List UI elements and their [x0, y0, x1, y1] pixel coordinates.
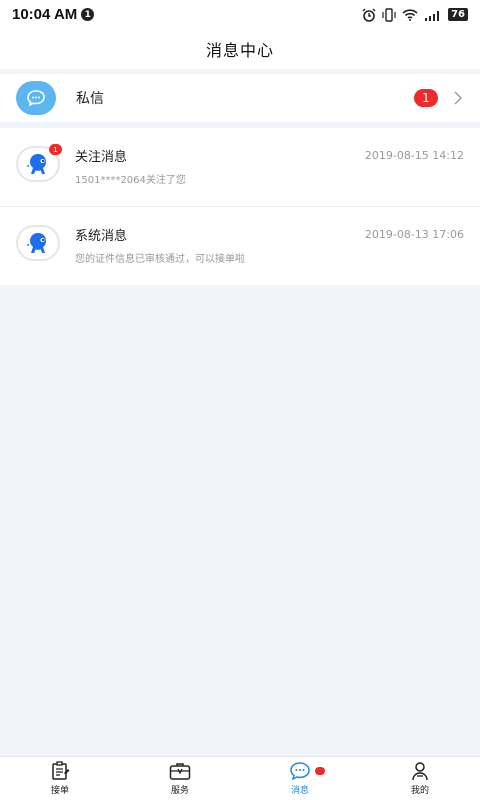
vibrate-icon — [382, 7, 396, 22]
message-time: 2019-08-15 14:12 — [364, 149, 464, 162]
signal-icon — [425, 10, 440, 21]
tab-label: 我的 — [410, 786, 429, 796]
unread-dot — [315, 767, 325, 775]
tab-orders[interactable]: 接单 — [0, 757, 120, 800]
avatar — [16, 225, 60, 261]
clipboard-icon — [52, 761, 70, 780]
notification-count-badge: 1 — [81, 8, 95, 21]
status-bar: 10:04 AM 1 76 — [0, 0, 480, 29]
message-body: 系统消息 2019-08-13 17:06 您的证件信息已审核通过，可以接单啦 — [75, 225, 464, 265]
mascot-icon — [26, 154, 46, 174]
page-title: 消息中心 — [205, 41, 274, 60]
list-item-system[interactable]: 系统消息 2019-08-13 17:06 您的证件信息已审核通过，可以接单啦 — [0, 206, 480, 285]
list-item-follow[interactable]: 1 关注消息 2019-08-15 14:12 1501****2064关注了您 — [0, 128, 480, 206]
chat-icon — [290, 762, 310, 781]
message-header: 关注消息 2019-08-15 14:12 — [75, 146, 464, 165]
tab-label: 接单 — [50, 786, 69, 796]
page-header: 消息中心 — [0, 29, 480, 69]
private-message-avatar — [16, 81, 56, 115]
message-preview: 1501****2064关注了您 — [75, 175, 186, 186]
message-title: 系统消息 — [75, 229, 128, 244]
chat-bubble-icon — [27, 90, 45, 107]
unread-badge: 1 — [414, 89, 438, 107]
message-time: 2019-08-13 17:06 — [364, 228, 464, 241]
unread-badge: 1 — [49, 144, 62, 155]
alarm-icon — [362, 8, 376, 22]
private-message-row[interactable]: 私信 1 — [0, 74, 480, 122]
chevron-right-icon — [454, 91, 462, 105]
mascot-icon — [26, 233, 46, 253]
wifi-icon — [402, 8, 418, 21]
message-list: 1 关注消息 2019-08-15 14:12 1501****2064关注了您… — [0, 128, 480, 285]
message-preview: 您的证件信息已审核通过，可以接单啦 — [75, 254, 245, 265]
tab-messages[interactable]: 消息 — [240, 757, 360, 800]
user-icon — [412, 762, 428, 781]
bottom-tab-bar: 接单 服务 消息 我的 — [0, 756, 480, 800]
avatar: 1 — [16, 144, 62, 182]
tab-services[interactable]: 服务 — [120, 757, 240, 800]
tab-label: 服务 — [170, 786, 189, 796]
tab-label: 消息 — [290, 786, 309, 796]
message-header: 系统消息 2019-08-13 17:06 — [75, 225, 464, 244]
status-time: 10:04 AM — [12, 6, 78, 23]
private-message-label: 私信 — [76, 91, 104, 107]
tab-profile[interactable]: 我的 — [360, 757, 480, 800]
message-body: 关注消息 2019-08-15 14:12 1501****2064关注了您 — [75, 146, 464, 186]
message-title: 关注消息 — [75, 150, 128, 165]
battery-indicator: 76 — [448, 8, 468, 21]
status-icons: 76 — [362, 7, 468, 22]
toolbox-icon — [169, 763, 191, 780]
